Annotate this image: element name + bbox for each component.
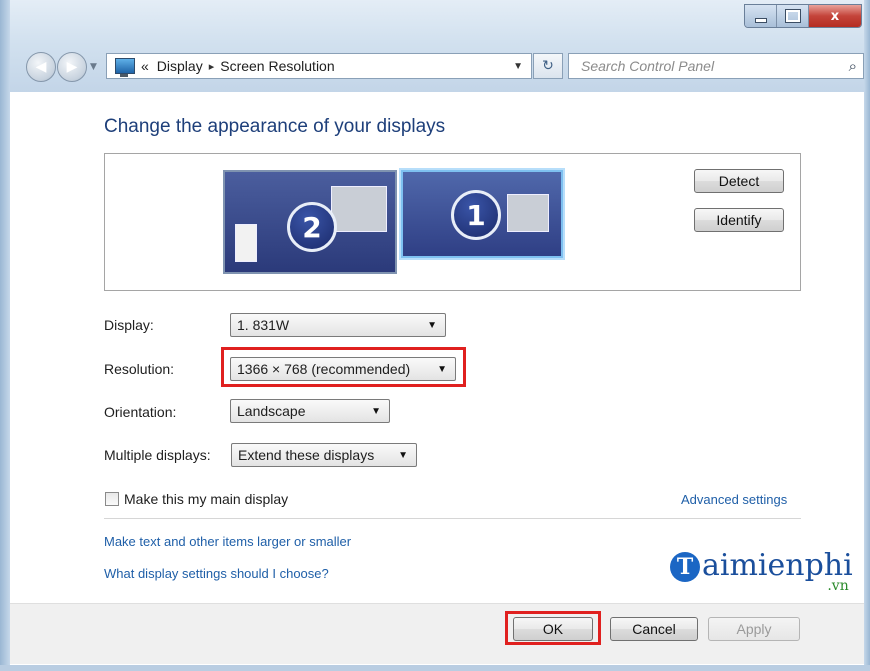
close-button[interactable]: x [809, 5, 861, 27]
refresh-button[interactable]: ↻ [533, 53, 563, 79]
display-value: 1. 831W [237, 317, 290, 333]
ok-highlight [505, 611, 601, 645]
back-button[interactable]: ◀ [26, 52, 56, 82]
breadcrumb-separator[interactable]: ▸ [209, 60, 215, 73]
chevron-down-icon: ▼ [427, 319, 437, 331]
chevron-down-icon: ▼ [371, 405, 381, 417]
apply-button[interactable]: Apply [708, 617, 800, 641]
display-help-link[interactable]: What display settings should I choose? [104, 566, 329, 581]
recent-pages-dropdown[interactable]: ▼ [90, 62, 97, 72]
minimize-icon [754, 17, 767, 23]
minimize-button[interactable] [745, 5, 777, 27]
resolution-label: Resolution: [104, 361, 175, 377]
resolution-highlight [221, 347, 466, 387]
maximize-button[interactable] [777, 5, 809, 27]
address-dropdown-icon[interactable]: ▼ [513, 61, 523, 72]
window-border-bottom [0, 665, 870, 671]
advanced-settings-link[interactable]: Advanced settings [681, 492, 787, 507]
watermark-suffix: .vn [827, 578, 849, 594]
control-panel-icon [115, 58, 135, 77]
breadcrumb-prefix[interactable]: « [141, 58, 149, 74]
text-size-link[interactable]: Make text and other items larger or smal… [104, 534, 351, 549]
display-label: Display: [104, 317, 154, 333]
monitor-2-number: 2 [287, 202, 337, 252]
main-display-checkbox[interactable] [105, 492, 119, 506]
search-icon[interactable]: ⌕ [849, 58, 857, 75]
search-placeholder: Search Control Panel [581, 58, 715, 74]
detect-button[interactable]: Detect [694, 169, 784, 193]
watermark-initial: T [670, 552, 700, 582]
close-icon: x [830, 8, 840, 24]
orientation-label: Orientation: [104, 404, 177, 420]
display-select[interactable]: 1. 831W ▼ [230, 313, 446, 337]
monitor-2[interactable]: 2 [223, 170, 397, 274]
breadcrumb-display[interactable]: Display [157, 58, 203, 74]
breadcrumb-screen-resolution[interactable]: Screen Resolution [220, 58, 334, 74]
chevron-down-icon: ▼ [398, 449, 408, 461]
monitor-1[interactable]: 1 [401, 170, 563, 258]
watermark-logo: T aimienphi .vn [670, 548, 853, 594]
back-arrow-icon: ◀ [35, 59, 47, 75]
monitor-1-number: 1 [451, 190, 501, 240]
window-border-right [864, 0, 870, 671]
page-title: Change the appearance of your displays [104, 116, 446, 137]
forward-arrow-icon: ▶ [66, 59, 78, 75]
search-input[interactable]: Search Control Panel ⌕ [568, 53, 864, 79]
cancel-button[interactable]: Cancel [610, 617, 698, 641]
screen-resolution-window: x ◀ ▶ ▼ « Display ▸ Screen Resolution ▼ … [0, 0, 870, 671]
section-divider [104, 518, 801, 519]
orientation-value: Landscape [237, 403, 306, 419]
orientation-select[interactable]: Landscape ▼ [230, 399, 390, 423]
maximize-icon [784, 9, 801, 23]
address-bar[interactable]: « Display ▸ Screen Resolution ▼ [106, 53, 532, 79]
identify-button[interactable]: Identify [694, 208, 784, 232]
forward-button[interactable]: ▶ [57, 52, 87, 82]
window-controls: x [744, 4, 862, 28]
monitor-window-decoration [331, 186, 387, 232]
multiple-displays-value: Extend these displays [238, 447, 375, 463]
multiple-displays-select[interactable]: Extend these displays ▼ [231, 443, 417, 467]
monitor-grid-decoration [507, 194, 549, 232]
refresh-icon: ↻ [542, 58, 554, 74]
monitor-document-decoration [235, 224, 257, 262]
window-border-left [0, 0, 10, 671]
main-display-label[interactable]: Make this my main display [124, 491, 288, 507]
multiple-displays-label: Multiple displays: [104, 447, 211, 463]
